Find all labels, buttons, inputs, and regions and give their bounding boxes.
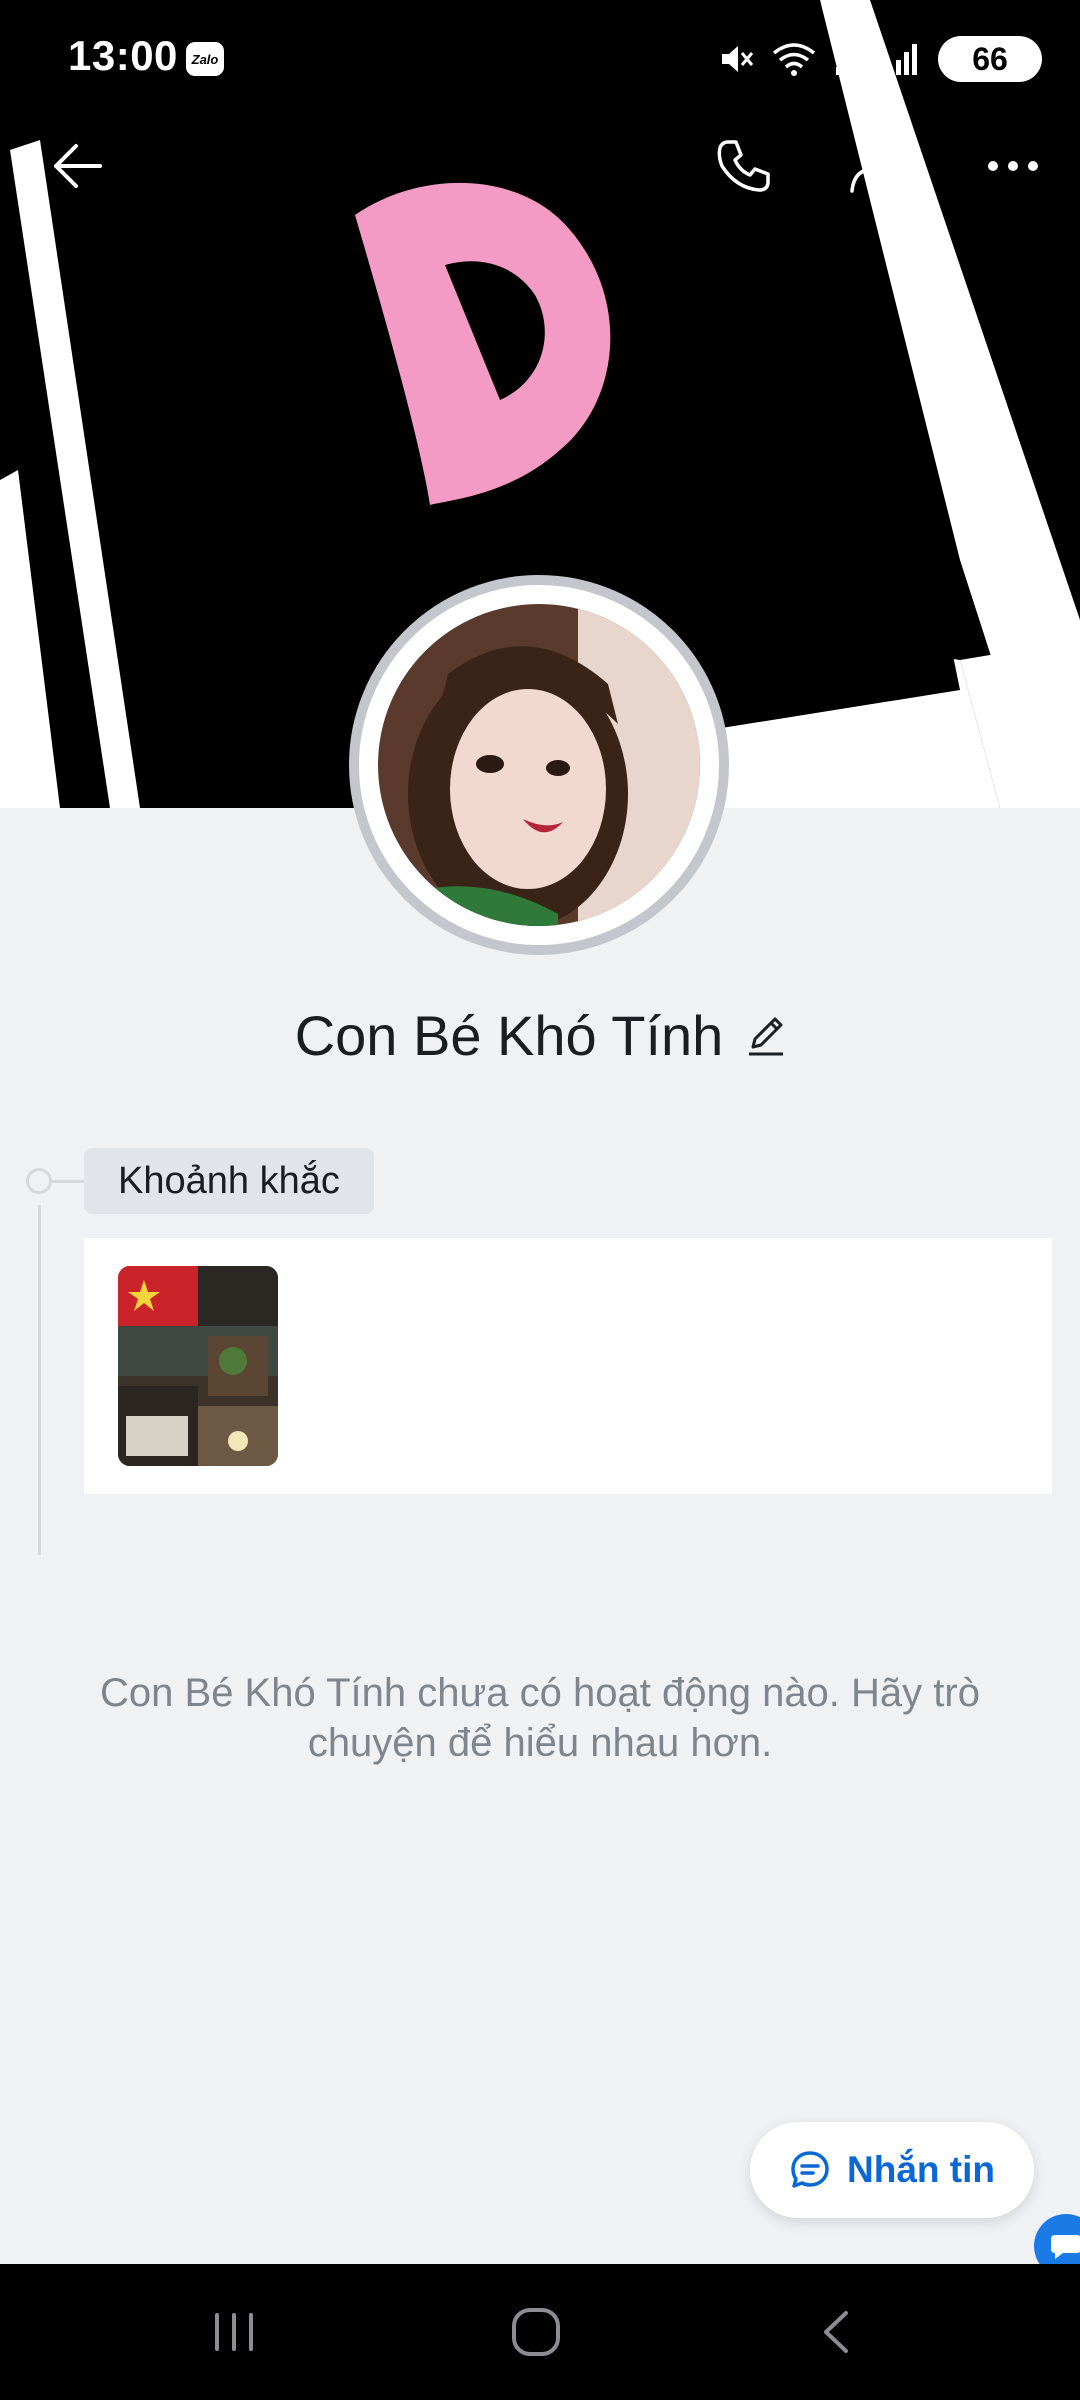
more-options-button[interactable] xyxy=(977,130,1049,202)
chat-bubble-icon-2 xyxy=(1051,2235,1080,2259)
avatar-image xyxy=(378,604,700,926)
timeline-line xyxy=(38,1205,41,1555)
system-back-button[interactable] xyxy=(786,2292,886,2372)
moment-thumbnail[interactable] xyxy=(118,1266,278,1466)
moments-title: Khoảnh khắc xyxy=(118,1159,340,1202)
home-button[interactable] xyxy=(486,2292,586,2372)
zalo-notification-icon: Zalo xyxy=(186,42,224,76)
phone-icon xyxy=(717,140,770,192)
call-button[interactable] xyxy=(708,130,780,202)
signal-icon xyxy=(836,44,865,75)
avatar-photo xyxy=(378,604,700,926)
avatar[interactable] xyxy=(349,575,729,955)
profile-settings-button[interactable] xyxy=(843,130,915,202)
signal-icon-2 xyxy=(888,44,917,75)
chat-bubble-icon xyxy=(791,2151,829,2188)
system-nav-bar xyxy=(0,2264,1080,2400)
home-icon xyxy=(512,2308,560,2356)
moment-image xyxy=(118,1266,278,1466)
back-arrow-icon xyxy=(54,144,102,188)
more-icon xyxy=(988,161,1038,171)
moments-card xyxy=(84,1238,1052,1494)
timeline-dot xyxy=(26,1168,52,1194)
moments-section-title: Khoảnh khắc xyxy=(84,1148,374,1214)
mute-icon xyxy=(722,46,754,72)
profile-screen: 13:00 Zalo 66 Con Bé Khó Tính Khoảnh khắ… xyxy=(0,0,1080,2400)
recent-apps-icon xyxy=(215,2313,253,2351)
send-message-button[interactable]: Nhắn tin xyxy=(750,2122,1034,2218)
profile-name: Con Bé Khó Tính xyxy=(294,1003,724,1067)
status-bar: 13:00 Zalo 66 xyxy=(0,0,1080,118)
profile-name-row: Con Bé Khó Tính xyxy=(0,995,1080,1075)
status-time: 13:00 xyxy=(68,32,178,79)
pencil-icon[interactable] xyxy=(745,1013,785,1057)
recent-apps-button[interactable] xyxy=(184,2292,284,2372)
timeline-connector xyxy=(52,1180,84,1183)
user-settings-icon xyxy=(850,140,908,195)
battery-indicator: 66 xyxy=(938,36,1042,82)
status-icons: 66 xyxy=(718,36,1042,82)
system-back-icon xyxy=(824,2311,848,2353)
back-button[interactable] xyxy=(42,130,114,202)
wifi-icon xyxy=(772,43,816,76)
send-message-label: Nhắn tin xyxy=(847,2149,995,2190)
empty-activity-text: Con Bé Khó Tính chưa có hoạt động nào. H… xyxy=(100,1671,980,1765)
